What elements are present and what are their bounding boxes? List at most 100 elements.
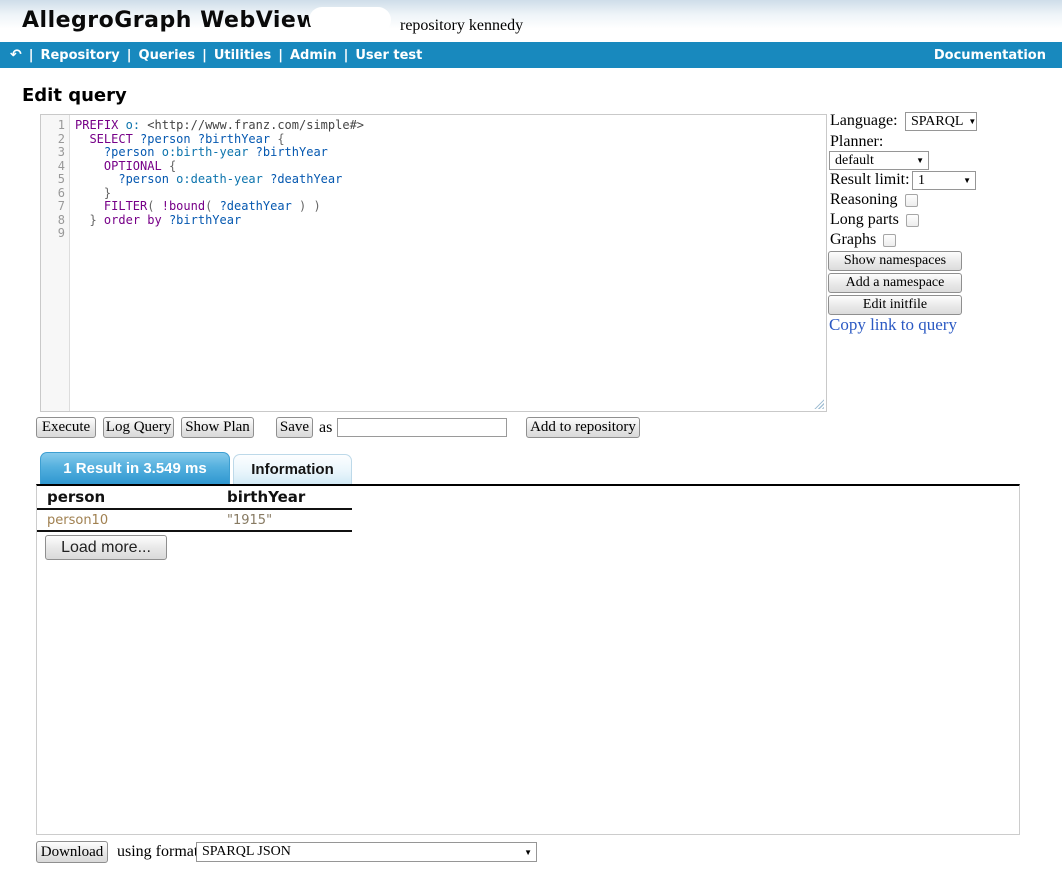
show-plan-button[interactable]: Show Plan — [181, 417, 254, 438]
code-token: { — [277, 132, 284, 146]
code-line: OPTIONAL { — [75, 160, 826, 174]
copy-link-to-query[interactable]: Copy link to query — [829, 315, 957, 335]
code-line: ?person o:birth-year ?birthYear — [75, 146, 826, 160]
checkbox-label: Graphs — [830, 231, 876, 249]
code-token: ?person — [104, 145, 155, 159]
code-line: FILTER( !bound( ?deathYear ) ) — [75, 200, 826, 214]
tab-information[interactable]: Information — [233, 454, 352, 484]
checkbox-label: Reasoning — [830, 191, 898, 209]
line-number: 3 — [41, 146, 65, 160]
code-line — [75, 227, 826, 241]
code-token: } — [89, 213, 96, 227]
line-number: 7 — [41, 200, 65, 214]
save-name-input[interactable] — [337, 418, 507, 437]
code-token: ?birthYear — [198, 132, 270, 146]
code-token — [162, 159, 169, 173]
nav-item-admin[interactable]: Admin — [290, 48, 337, 63]
load-more-button[interactable]: Load more... — [45, 535, 167, 560]
checkbox-row-graphs: Graphs — [830, 231, 896, 249]
checkbox-label: Long parts — [830, 211, 899, 229]
app-title: AllegroGraph WebView — [22, 8, 317, 33]
language-select[interactable]: SPARQL ▼ — [905, 112, 977, 131]
results-tabs: 1 Result in 3.549 msInformation — [40, 452, 352, 484]
nav-items: |Repository|Queries|Utilities|Admin|User… — [22, 48, 423, 63]
code-token — [118, 118, 125, 132]
chevron-down-icon: ▼ — [916, 156, 924, 165]
code-token — [212, 199, 219, 213]
repository-label: repository kennedy — [400, 17, 523, 35]
line-number: 8 — [41, 214, 65, 228]
editor-line-numbers: 123456789 — [41, 115, 70, 411]
chevron-down-icon: ▼ — [524, 848, 532, 857]
code-token: o: — [126, 118, 140, 132]
code-token: { — [169, 159, 176, 173]
code-token: ?person — [118, 172, 169, 186]
line-number: 9 — [41, 227, 65, 241]
nav-item-utilities[interactable]: Utilities — [214, 48, 271, 63]
code-token — [191, 132, 198, 146]
save-button[interactable]: Save — [276, 417, 313, 438]
show-namespaces-button[interactable]: Show namespaces — [828, 251, 962, 271]
planner-label: Planner: — [830, 133, 883, 151]
code-token — [75, 145, 104, 159]
nav-item-user-test[interactable]: User test — [355, 48, 422, 63]
code-token: ?deathYear — [270, 172, 342, 186]
checkbox-row-long-parts: Long parts — [830, 211, 919, 229]
reasoning-checkbox[interactable] — [905, 194, 918, 207]
code-token: SELECT — [89, 132, 132, 146]
line-number: 1 — [41, 119, 65, 133]
code-token — [155, 199, 162, 213]
chevron-down-icon: ▼ — [968, 117, 976, 126]
add-a-namespace-button[interactable]: Add a namespace — [828, 273, 962, 293]
code-token: PREFIX — [75, 118, 118, 132]
nav-item-repository[interactable]: Repository — [40, 48, 119, 63]
nav-separator: | — [29, 48, 34, 63]
language-label: Language: — [830, 112, 898, 130]
code-token: ?birthYear — [169, 213, 241, 227]
result-literal: "1915" — [217, 513, 352, 528]
nav-item-queries[interactable]: Queries — [139, 48, 196, 63]
edit-initfile-button[interactable]: Edit initfile — [828, 295, 962, 315]
result-limit-select[interactable]: 1 ▼ — [912, 171, 976, 190]
code-token — [292, 199, 299, 213]
line-number: 6 — [41, 187, 65, 201]
code-token: ?birthYear — [256, 145, 328, 159]
code-token — [75, 199, 104, 213]
code-line: } — [75, 187, 826, 201]
query-editor[interactable]: 123456789 PREFIX o: <http://www.franz.co… — [40, 114, 827, 412]
log-query-button[interactable]: Log Query — [103, 417, 174, 438]
long-parts-checkbox[interactable] — [906, 214, 919, 227]
add-to-repository-button[interactable]: Add to repository — [526, 417, 640, 438]
results-panel: personbirthYearperson10"1915" Load more.… — [36, 484, 1020, 835]
code-token — [97, 213, 104, 227]
nav-separator: | — [344, 48, 349, 63]
nav-item-documentation[interactable]: Documentation — [934, 48, 1046, 63]
code-token: ( — [147, 199, 154, 213]
line-number: 2 — [41, 133, 65, 147]
code-token — [133, 132, 140, 146]
code-token: !bound — [162, 199, 205, 213]
back-arrow-icon[interactable]: ↶ — [10, 47, 22, 63]
editor-code[interactable]: PREFIX o: <http://www.franz.com/simple#>… — [70, 115, 826, 411]
result-resource-link[interactable]: person10 — [37, 513, 217, 528]
code-token — [162, 213, 169, 227]
code-line: ?person o:death-year ?deathYear — [75, 173, 826, 187]
tab-results[interactable]: 1 Result in 3.549 ms — [40, 452, 230, 484]
download-button[interactable]: Download — [36, 841, 108, 863]
code-token — [75, 159, 104, 173]
execute-button[interactable]: Execute — [36, 417, 96, 438]
header: AllegroGraph WebView repository kennedy — [0, 0, 1062, 41]
editor-resize-handle[interactable] — [813, 398, 824, 409]
planner-select[interactable]: default ▼ — [829, 151, 929, 170]
nav-separator: | — [202, 48, 207, 63]
code-token: order by — [104, 213, 162, 227]
code-token — [306, 199, 313, 213]
code-line: } order by ?birthYear — [75, 214, 826, 228]
graphs-checkbox[interactable] — [883, 234, 896, 247]
code-token — [154, 145, 161, 159]
column-header-person: person — [37, 488, 217, 506]
language-select-value: SPARQL — [911, 114, 963, 130]
result-limit-select-value: 1 — [918, 173, 925, 189]
download-format-select[interactable]: SPARQL JSON ▼ — [196, 842, 537, 862]
download-format-value: SPARQL JSON — [202, 844, 291, 860]
